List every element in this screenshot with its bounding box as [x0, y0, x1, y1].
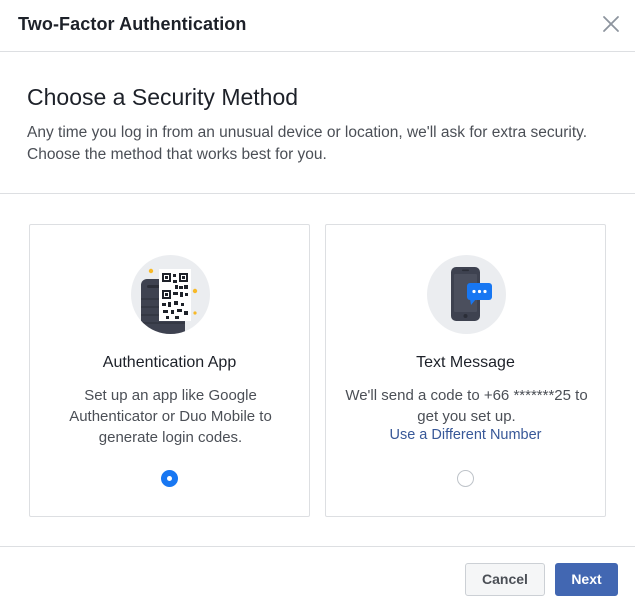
section-title: Choose a Security Method: [27, 84, 299, 110]
method-title: Text Message: [416, 354, 515, 371]
two-factor-dialog: Two-Factor Authentication Choose a Secur…: [0, 0, 635, 599]
method-card-authentication-app[interactable]: Authentication App Set up an app like Go…: [29, 224, 310, 517]
intro-section: Choose a Security Method Any time you lo…: [0, 52, 635, 194]
chat-phone-icon: [427, 255, 506, 334]
qr-phone-icon: [131, 255, 210, 334]
method-description: We'll send a code to +66 *******25 to ge…: [345, 387, 588, 425]
cancel-button[interactable]: Cancel: [465, 563, 545, 596]
dialog-title: Two-Factor Authentication: [18, 14, 247, 34]
section-description: Any time you log in from an unusual devi…: [27, 124, 588, 163]
method-radio-unselected[interactable]: [457, 470, 474, 487]
method-card-text-message[interactable]: Text Message We'll send a code to +66 **…: [325, 224, 606, 517]
method-radio-selected[interactable]: [161, 470, 178, 487]
method-title: Authentication App: [102, 354, 237, 371]
close-icon: [603, 16, 619, 32]
dialog-header: Two-Factor Authentication: [0, 0, 635, 52]
next-button[interactable]: Next: [555, 563, 618, 596]
use-different-number-link[interactable]: Use a Different Number: [326, 427, 605, 443]
close-button[interactable]: [599, 12, 623, 36]
dialog-footer: Cancel Next: [0, 546, 635, 599]
method-description: Set up an app like Google Authenticator …: [69, 387, 272, 446]
